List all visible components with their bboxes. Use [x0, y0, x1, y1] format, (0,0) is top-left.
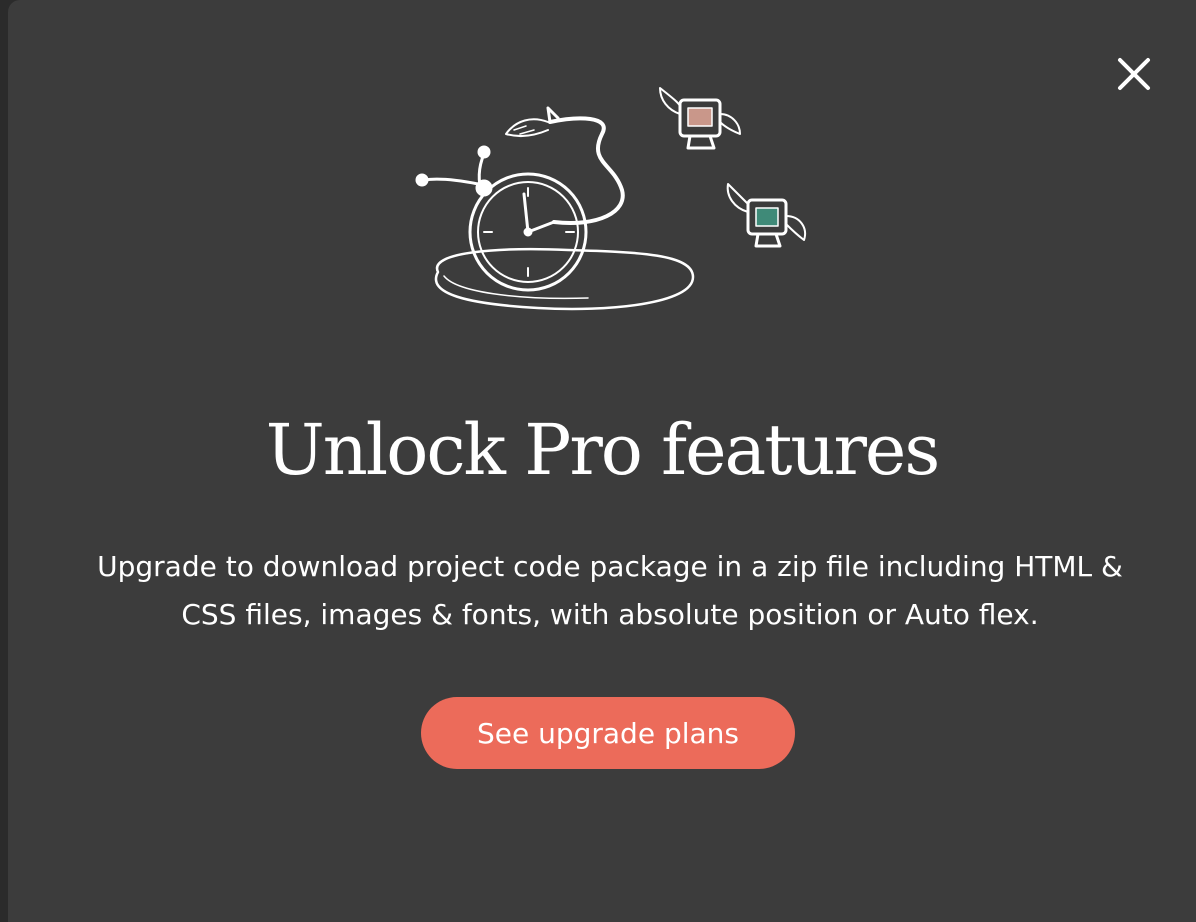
upgrade-modal: Unlock Pro features Upgrade to download … [8, 0, 1196, 922]
close-button[interactable] [1114, 54, 1154, 94]
see-upgrade-plans-button[interactable]: See upgrade plans [421, 697, 795, 769]
flying-clock-illustration [408, 72, 828, 332]
modal-description: Upgrade to download project code package… [97, 550, 1123, 631]
modal-title: Unlock Pro features [265, 409, 941, 491]
close-icon [1118, 58, 1150, 90]
